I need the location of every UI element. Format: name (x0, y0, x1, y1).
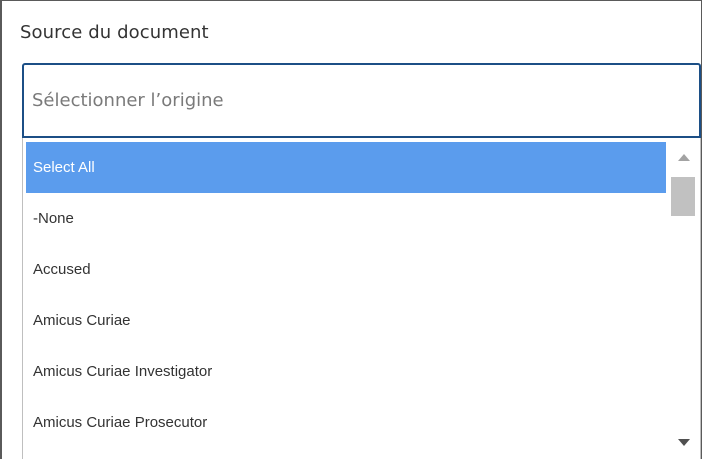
option-amicus-curiae-investigator[interactable]: Amicus Curiae Investigator (26, 346, 666, 397)
scroll-thumb[interactable] (671, 177, 695, 216)
option-accused[interactable]: Accused (26, 244, 666, 295)
select-placeholder: Sélectionner l’origine (32, 90, 224, 111)
dropdown-list[interactable]: Select All -None Accused Amicus Curiae A… (22, 138, 701, 459)
origin-select-input[interactable]: Sélectionner l’origine (22, 63, 701, 138)
option-none[interactable]: -None (26, 193, 666, 244)
option-amicus-curiae-prosecutor[interactable]: Amicus Curiae Prosecutor (26, 397, 666, 448)
scroll-down-icon[interactable] (667, 433, 700, 453)
options-list: Select All -None Accused Amicus Curiae A… (26, 142, 666, 448)
option-select-all[interactable]: Select All (26, 142, 666, 193)
dropdown-scrollbar[interactable] (667, 138, 700, 459)
scroll-up-icon[interactable] (667, 148, 700, 168)
option-amicus-curiae[interactable]: Amicus Curiae (26, 295, 666, 346)
field-label: Source du document (20, 22, 209, 43)
